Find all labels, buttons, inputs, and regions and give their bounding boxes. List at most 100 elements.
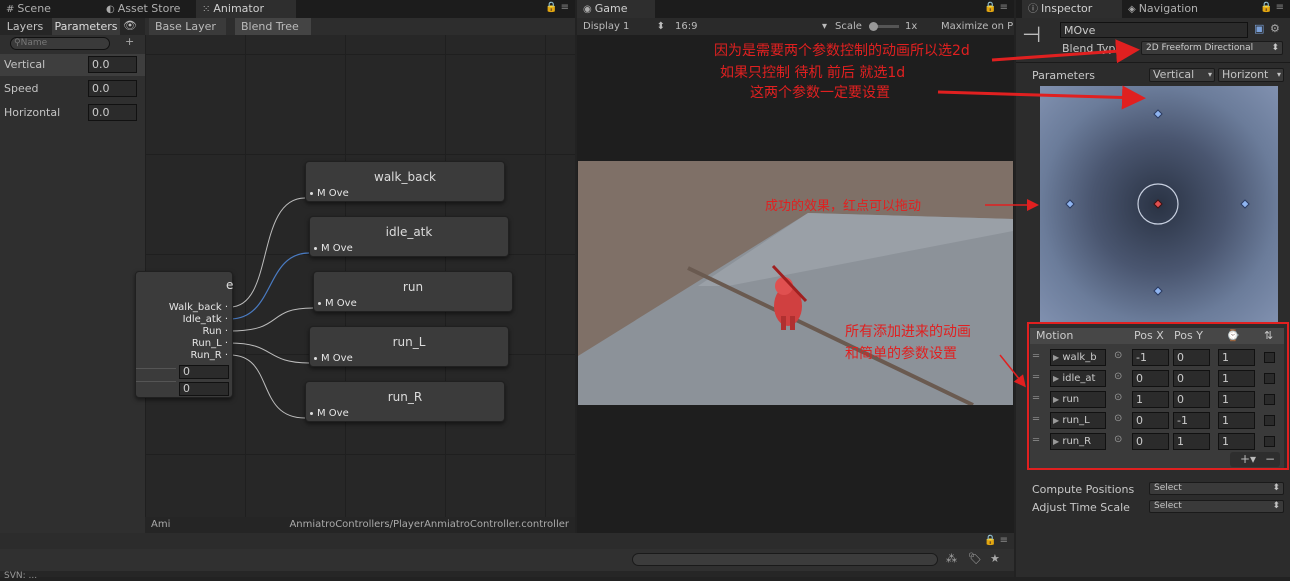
motion-node-run[interactable]: run M Ove: [313, 271, 513, 312]
parameter-search-input[interactable]: ⚲Name: [10, 37, 110, 50]
motion-node-idle-atk[interactable]: idle_atk M Ove: [309, 216, 509, 257]
subtab-layers[interactable]: Layers: [0, 18, 50, 35]
tab-menu-icon[interactable]: 🔒 ≡: [545, 2, 569, 13]
remove-motion-button[interactable]: −: [1265, 452, 1275, 467]
parameter-value[interactable]: 0.0: [88, 56, 137, 73]
display-dropdown[interactable]: Display 1 ⬍: [583, 18, 665, 35]
output-run[interactable]: Run ·: [169, 326, 228, 338]
game-icon: ◉: [583, 4, 592, 15]
motion-row[interactable]: ═ ▶ run_R ⊙ 0 1 1: [1030, 431, 1285, 452]
blend-value-field[interactable]: 0: [179, 365, 229, 379]
pos-y-field[interactable]: 0: [1173, 391, 1210, 408]
eye-icon[interactable]: 👁: [123, 19, 137, 32]
param-x-dropdown[interactable]: Vertical ▾: [1149, 68, 1215, 82]
pos-x-field[interactable]: 1: [1132, 391, 1169, 408]
parameter-value[interactable]: 0.0: [88, 104, 137, 121]
filter-icon[interactable]: ⁂: [946, 552, 957, 565]
tab-navigation[interactable]: ◈ Navigation: [1122, 0, 1204, 18]
parameter-row-horizontal[interactable]: Horizontal 0.0: [0, 102, 145, 124]
tab-menu-icon[interactable]: 🔒 ≡: [984, 2, 1008, 13]
tab-asset-store[interactable]: ◐ Asset Store: [100, 0, 186, 18]
pos-y-field[interactable]: 0: [1173, 370, 1210, 387]
motion-field[interactable]: ▶ idle_at: [1050, 370, 1106, 387]
aspect-dropdown[interactable]: 16:9 ▾: [675, 18, 827, 35]
motion-row[interactable]: ═ ▶ run_L ⊙ 0 -1 1: [1030, 410, 1285, 431]
motion-field[interactable]: ▶ run: [1050, 391, 1106, 408]
object-picker-icon[interactable]: ⊙: [1114, 392, 1122, 403]
star-icon[interactable]: ★: [990, 552, 1000, 565]
blend-value-field[interactable]: 0: [179, 382, 229, 396]
speed-field[interactable]: 1: [1218, 433, 1255, 450]
name-field[interactable]: MOve: [1060, 22, 1248, 38]
animator-graph[interactable]: Base Layer Blend Tree e Walk_back · Idle…: [135, 18, 575, 533]
motion-row[interactable]: ═ ▶ idle_at ⊙ 0 0 1: [1030, 368, 1285, 389]
pos-y-field[interactable]: 0: [1173, 349, 1210, 366]
tab-scene[interactable]: # Scene: [0, 0, 57, 18]
mirror-checkbox[interactable]: [1264, 373, 1275, 384]
subtab-parameters[interactable]: Parameters: [52, 18, 120, 35]
tab-menu-icon[interactable]: 🔒 ≡: [1260, 2, 1284, 13]
motion-field[interactable]: ▶ run_L: [1050, 412, 1106, 429]
book-icon[interactable]: ▣: [1254, 22, 1264, 35]
motion-node-run-l[interactable]: run_L M Ove: [309, 326, 509, 367]
pos-x-field[interactable]: -1: [1132, 349, 1169, 366]
console-search-input[interactable]: [632, 553, 938, 566]
mirror-checkbox[interactable]: [1264, 352, 1275, 363]
drag-handle-icon[interactable]: ═: [1033, 414, 1039, 425]
output-idle-atk[interactable]: Idle_atk ·: [169, 314, 228, 326]
mirror-checkbox[interactable]: [1264, 394, 1275, 405]
pos-x-field[interactable]: 0: [1132, 412, 1169, 429]
motion-field[interactable]: ▶ walk_b: [1050, 349, 1106, 366]
output-run-r[interactable]: Run_R ·: [169, 350, 228, 362]
motion-row[interactable]: ═ ▶ run ⊙ 1 0 1: [1030, 389, 1285, 410]
maximize-on-play-button[interactable]: Maximize on P: [941, 18, 1013, 35]
add-parameter-icon[interactable]: +: [125, 35, 134, 48]
parameter-row-speed[interactable]: Speed 0.0: [0, 78, 145, 100]
tab-animator[interactable]: ⁙ Animator: [196, 0, 296, 18]
gear-icon[interactable]: ⚙: [1270, 22, 1280, 35]
object-picker-icon[interactable]: ⊙: [1114, 350, 1122, 361]
add-motion-button[interactable]: +▾: [1240, 452, 1256, 467]
tab-menu-icon[interactable]: 🔒 ≡: [984, 535, 1008, 546]
parameter-value[interactable]: 0.0: [88, 80, 137, 97]
pos-x-field[interactable]: 0: [1132, 433, 1169, 450]
motion-row[interactable]: ═ ▶ walk_b ⊙ -1 0 1: [1030, 347, 1285, 368]
scale-slider[interactable]: [869, 22, 899, 31]
tab-game[interactable]: ◉ Game: [577, 0, 655, 18]
motion-node-run-r[interactable]: run_R M Ove: [305, 381, 505, 422]
speed-field[interactable]: 1: [1218, 391, 1255, 408]
blend-type-dropdown[interactable]: 2D Freeform Directional ⬍: [1141, 41, 1283, 55]
drag-handle-icon[interactable]: ═: [1033, 393, 1039, 404]
label-icon[interactable]: 🏷: [968, 552, 982, 565]
pos-x-field[interactable]: 0: [1132, 370, 1169, 387]
blend-slider[interactable]: [136, 368, 176, 382]
motion-node-walk-back[interactable]: walk_back M Ove: [305, 161, 505, 202]
drag-handle-icon[interactable]: ═: [1033, 372, 1039, 383]
blend-tree-title: e: [226, 278, 234, 292]
object-picker-icon[interactable]: ⊙: [1114, 434, 1122, 445]
adjust-time-scale-dropdown[interactable]: Select ⬍: [1149, 500, 1284, 513]
motion-field[interactable]: ▶ run_R: [1050, 433, 1106, 450]
speed-field[interactable]: 1: [1218, 349, 1255, 366]
speed-field[interactable]: 1: [1218, 370, 1255, 387]
mirror-checkbox[interactable]: [1264, 436, 1275, 447]
pos-y-field[interactable]: 1: [1173, 433, 1210, 450]
pos-y-field[interactable]: -1: [1173, 412, 1210, 429]
output-walk-back[interactable]: Walk_back ·: [169, 302, 228, 314]
compute-positions-dropdown[interactable]: Select ⬍: [1149, 482, 1284, 495]
tab-inspector[interactable]: ⓘ Inspector: [1022, 0, 1122, 18]
object-picker-icon[interactable]: ⊙: [1114, 413, 1122, 424]
blend-space-graph[interactable]: [1040, 86, 1278, 324]
drag-handle-icon[interactable]: ═: [1033, 435, 1039, 446]
drag-handle-icon[interactable]: ═: [1033, 351, 1039, 362]
object-picker-icon[interactable]: ⊙: [1114, 371, 1122, 382]
speed-field[interactable]: 1: [1218, 412, 1255, 429]
adjust-time-scale-label: Adjust Time Scale: [1032, 501, 1130, 514]
dropdown-arrow-icon: ▾: [1207, 70, 1212, 79]
animator-tabbar: # Scene ◐ Asset Store ⁙ Animator 🔒 ≡: [0, 0, 575, 18]
parameter-row-vertical[interactable]: Vertical 0.0: [0, 54, 145, 76]
output-run-l[interactable]: Run_L ·: [169, 338, 228, 350]
blend-tree-node[interactable]: e Walk_back · Idle_atk · Run · Run_L · R…: [135, 271, 233, 398]
param-y-dropdown[interactable]: Horizont ▾: [1218, 68, 1284, 82]
mirror-checkbox[interactable]: [1264, 415, 1275, 426]
